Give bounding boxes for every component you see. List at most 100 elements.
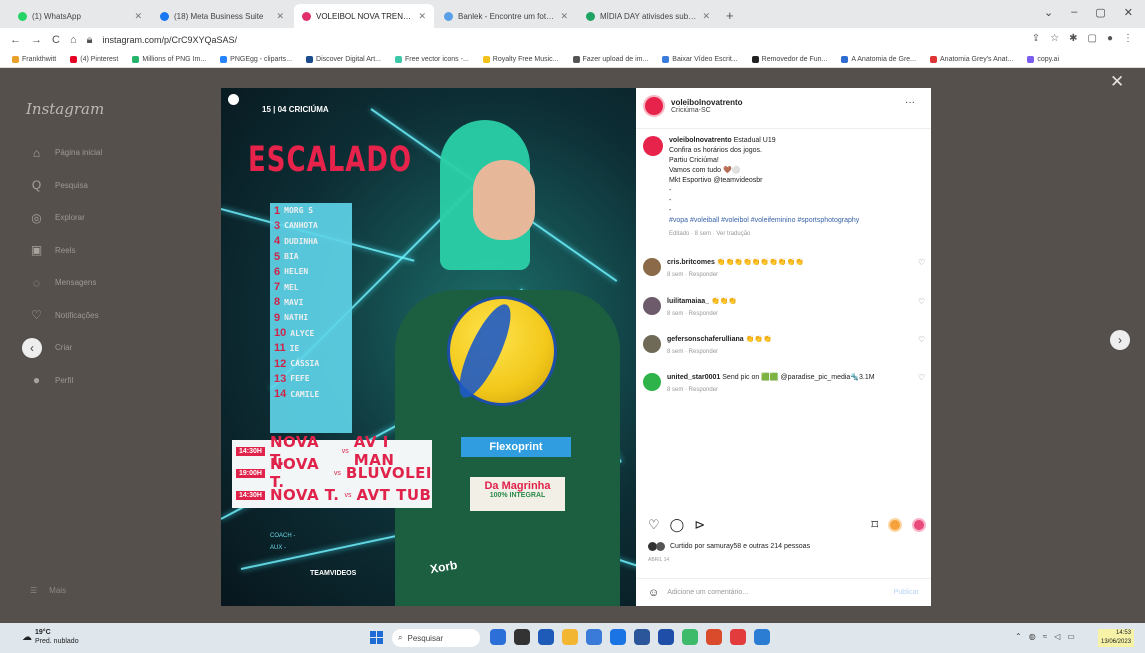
- comment-username[interactable]: gefersonschaferulliana: [667, 336, 744, 343]
- comment-like-icon[interactable]: ♡: [918, 373, 928, 395]
- minimize-icon[interactable]: –: [1071, 6, 1077, 19]
- home-icon[interactable]: ⌂: [70, 34, 77, 46]
- comment-like-icon[interactable]: ♡: [918, 297, 928, 319]
- emoji-icon[interactable]: ☺: [648, 587, 659, 599]
- bookmark-item[interactable]: Free vector icons -...: [394, 56, 469, 63]
- close-tab-icon[interactable]: ✕: [560, 11, 568, 22]
- bookmark-item[interactable]: copy.ai: [1027, 56, 1059, 63]
- extensions-icon[interactable]: ✱: [1069, 33, 1077, 44]
- wifi-icon[interactable]: ≈: [1043, 632, 1047, 641]
- sidebar-item-messages[interactable]: ◌ Mensagens: [30, 276, 96, 290]
- browser-tab[interactable]: MÍDIA DAY ativisdes sub16 15.1... ✕: [578, 4, 718, 28]
- bookmark-star-icon[interactable]: ☆: [1050, 33, 1059, 44]
- close-tab-icon[interactable]: ✕: [418, 11, 426, 22]
- comment-input[interactable]: Adicione um comentário...: [667, 589, 748, 596]
- start-button[interactable]: [370, 631, 383, 644]
- bookmark-item[interactable]: Removedor de Fun...: [751, 56, 827, 63]
- browser-tab[interactable]: (1) WhatsApp ✕: [10, 4, 150, 28]
- post-username[interactable]: voleibolnovatrento: [671, 98, 743, 107]
- comment-icon[interactable]: ◯: [670, 517, 685, 533]
- browser-tab[interactable]: Banlek - Encontre um fotógrafo ✕: [436, 4, 576, 28]
- extension-icon[interactable]: [912, 518, 926, 532]
- post-location[interactable]: Criciúma-SC: [671, 107, 743, 114]
- avatar[interactable]: [643, 335, 661, 353]
- taskbar-app-icon[interactable]: [514, 629, 530, 645]
- battery-icon[interactable]: ▭: [1067, 632, 1075, 641]
- bookmark-item[interactable]: Fazer upload de im...: [572, 56, 648, 63]
- sidebar-item-profile[interactable]: ● Perfil: [30, 373, 73, 387]
- url-field[interactable]: instagram.com/p/CrC9XYQaSAS/: [102, 35, 237, 45]
- close-icon[interactable]: ✕: [1110, 72, 1124, 92]
- forward-icon[interactable]: →: [31, 34, 42, 46]
- close-tab-icon[interactable]: ✕: [276, 11, 284, 22]
- avatar[interactable]: [643, 136, 663, 156]
- close-tab-icon[interactable]: ✕: [134, 11, 142, 22]
- comment-username[interactable]: luilitamaiaa_: [667, 298, 709, 305]
- caption-meta[interactable]: Editado · 8 sem · Ver tradução: [669, 229, 859, 239]
- maximize-icon[interactable]: ▢: [1095, 6, 1105, 19]
- more-options-icon[interactable]: ···: [905, 97, 915, 108]
- profile-icon[interactable]: ●: [1107, 33, 1113, 44]
- share-icon[interactable]: ⇪: [1032, 33, 1040, 44]
- new-tab-button[interactable]: +: [726, 8, 734, 23]
- taskbar-search[interactable]: ⌕ Pesquisar: [392, 629, 480, 647]
- browser-tab[interactable]: (18) Meta Business Suite ✕: [152, 4, 292, 28]
- taskbar-app-icon[interactable]: [490, 629, 506, 645]
- avatar[interactable]: [643, 373, 661, 391]
- comment-meta[interactable]: 8 sem · Responder: [667, 270, 912, 280]
- bookmark-item[interactable]: Royalty Free Music...: [482, 56, 559, 63]
- weather-widget[interactable]: 19°C Pred. nublado: [35, 628, 79, 646]
- taskbar-app-icon[interactable]: [610, 629, 626, 645]
- bookmark-item[interactable]: Frankthwitt: [12, 56, 56, 63]
- bookmark-item[interactable]: (4) Pinterest: [70, 56, 118, 63]
- next-post-button[interactable]: ›: [1110, 330, 1130, 350]
- sidebar-item-more[interactable]: ☰ Mais: [30, 586, 66, 595]
- comment-meta[interactable]: 8 sem · Responder: [667, 309, 912, 319]
- instagram-logo[interactable]: Instagram: [26, 100, 104, 118]
- save-icon[interactable]: ⌑: [871, 517, 878, 533]
- close-tab-icon[interactable]: ✕: [702, 11, 710, 22]
- taskbar-app-icon[interactable]: [562, 629, 578, 645]
- onedrive-icon[interactable]: ◍: [1029, 632, 1036, 641]
- comment-username[interactable]: united_star0001: [667, 374, 720, 381]
- comment-like-icon[interactable]: ♡: [918, 258, 928, 280]
- comment-like-icon[interactable]: ♡: [918, 335, 928, 357]
- bookmark-item[interactable]: Baixar Vídeo Escrit...: [662, 56, 738, 63]
- reload-icon[interactable]: C: [52, 34, 60, 46]
- sidebar-item-search[interactable]: Q Pesquisa: [30, 178, 88, 192]
- volume-icon[interactable]: ◁: [1054, 632, 1060, 641]
- taskbar-app-icon[interactable]: [658, 629, 674, 645]
- taskbar-app-icon[interactable]: [754, 629, 770, 645]
- sidebar-item-home[interactable]: ⌂ Página inicial: [30, 146, 102, 160]
- back-icon[interactable]: ←: [10, 34, 21, 46]
- comment-username[interactable]: cris.britcomes: [667, 259, 715, 266]
- likes-summary[interactable]: Curtido por samuray58 e outras 214 pesso…: [648, 542, 810, 551]
- comment-meta[interactable]: 8 sem · Responder: [667, 347, 912, 357]
- share-icon[interactable]: ⊳: [694, 517, 705, 533]
- avatar[interactable]: [643, 297, 661, 315]
- like-icon[interactable]: ♡: [648, 517, 660, 533]
- taskbar-app-icon[interactable]: [730, 629, 746, 645]
- bookmark-item[interactable]: Anatomia Grey's Anat...: [930, 56, 1013, 63]
- caption-username[interactable]: voleibolnovatrento: [669, 137, 732, 144]
- bookmark-item[interactable]: Millions of PNG Im...: [132, 56, 206, 63]
- sidepanel-icon[interactable]: ▢: [1088, 33, 1097, 44]
- avatar[interactable]: [643, 95, 665, 117]
- sidebar-item-explore[interactable]: ◎ Explorar: [30, 211, 85, 225]
- comment-meta[interactable]: 8 sem · Responder: [667, 385, 912, 395]
- extension-icon[interactable]: [888, 518, 902, 532]
- caption-hashtags[interactable]: #vopa #voleiball #voleibol #voleifeminin…: [669, 217, 859, 224]
- taskbar-app-icon[interactable]: [634, 629, 650, 645]
- clock[interactable]: 14:53 13/06/2023: [1098, 629, 1135, 647]
- bookmark-item[interactable]: PNGEgg - cliparts...: [220, 56, 292, 63]
- taskbar-app-icon[interactable]: [682, 629, 698, 645]
- taskbar-app-icon[interactable]: [706, 629, 722, 645]
- close-window-icon[interactable]: ✕: [1124, 6, 1133, 19]
- previous-post-button[interactable]: ‹: [22, 338, 42, 358]
- bookmark-item[interactable]: A Anatomia de Gre...: [841, 56, 916, 63]
- browser-menu-icon[interactable]: ⋮: [1123, 33, 1133, 44]
- avatar[interactable]: [643, 258, 661, 276]
- bookmark-item[interactable]: Discover Digital Art...: [306, 56, 381, 63]
- browser-tab[interactable]: VOLEIBOL NOVA TRENTO (@vo... ✕: [294, 4, 434, 28]
- publish-button[interactable]: Publicar: [894, 589, 919, 596]
